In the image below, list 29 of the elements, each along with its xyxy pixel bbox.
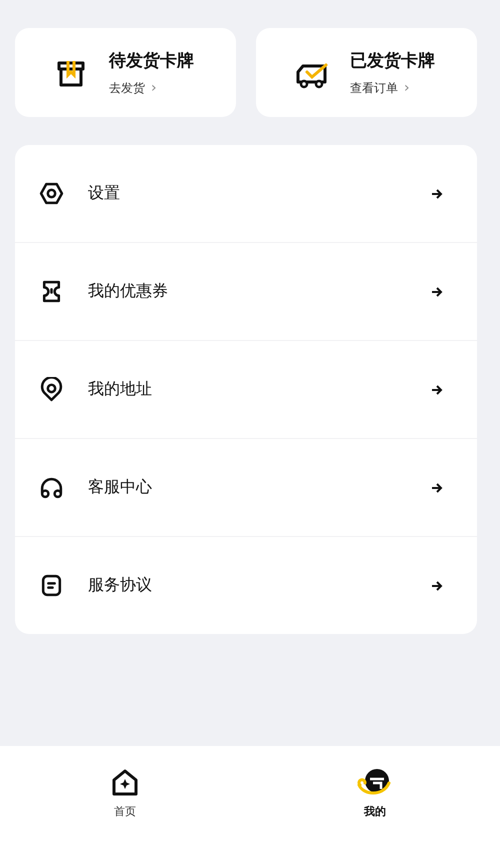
menu-label: 客服中心 — [88, 477, 153, 498]
card-link[interactable]: 去发货 — [109, 80, 145, 96]
arrow-icon — [431, 188, 443, 200]
menu-item[interactable]: 设置 — [15, 145, 477, 243]
arrow-icon — [431, 384, 443, 396]
chevron-icon: › — [404, 80, 410, 96]
card-link[interactable]: 查看订单 — [350, 80, 398, 96]
card-title: 已发货卡牌 — [350, 50, 435, 72]
card-title: 待发货卡牌 — [109, 50, 194, 72]
arrow-icon — [431, 286, 443, 298]
tab[interactable]: 首页 — [0, 746, 250, 844]
menu-item[interactable]: 服务协议 — [15, 537, 477, 634]
arrow-icon — [431, 482, 443, 494]
order-card[interactable]: 已发货卡牌 查看订单 › — [256, 28, 477, 117]
menu-item[interactable]: 客服中心 — [15, 439, 477, 537]
menu-item[interactable]: 我的优惠券 — [15, 243, 477, 341]
menu-item[interactable]: 我的地址 — [15, 341, 477, 439]
menu-label: 服务协议 — [88, 575, 153, 596]
menu-label: 设置 — [88, 183, 121, 204]
chevron-icon: › — [151, 80, 157, 96]
menu-label: 我的地址 — [88, 379, 153, 400]
order-card[interactable]: 待发货卡牌 去发货 › — [15, 28, 236, 117]
arrow-icon — [431, 580, 443, 592]
tab[interactable]: 我的 — [250, 746, 500, 844]
document-icon — [39, 573, 64, 598]
menu-label: 我的优惠券 — [88, 281, 169, 302]
location-icon — [39, 377, 64, 402]
hexagon-icon — [39, 181, 64, 206]
headset-icon — [39, 475, 64, 500]
